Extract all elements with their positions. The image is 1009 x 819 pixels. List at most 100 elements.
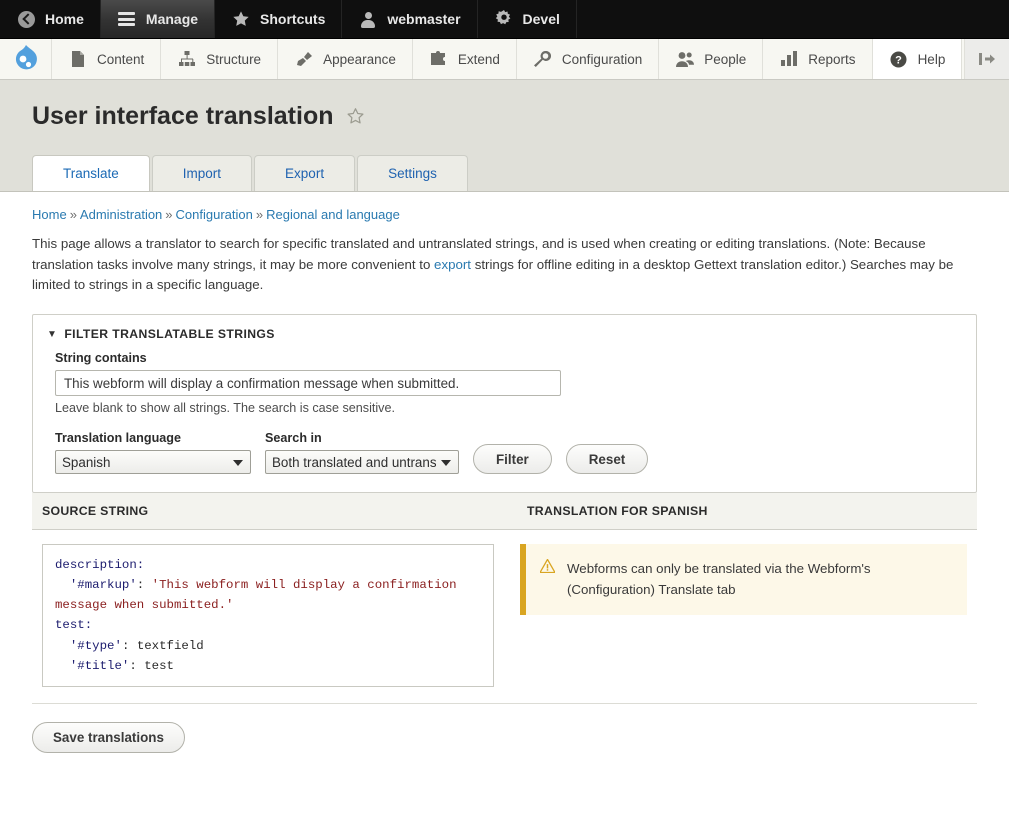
menu-item-content[interactable]: Content [52, 39, 161, 79]
menu-item-label: Structure [206, 52, 261, 67]
search-in-select[interactable]: Both translated and untranslated strings [265, 450, 459, 474]
breadcrumb-separator: » [256, 207, 263, 222]
tab-label: Translate [63, 166, 119, 181]
menu-item-label: People [704, 52, 746, 67]
filter-controls-row: Translation language Spanish Search in B… [55, 431, 954, 474]
toolbar-item-webmaster[interactable]: webmaster [342, 0, 477, 38]
tab-export[interactable]: Export [254, 155, 355, 191]
people-icon [675, 49, 695, 69]
toolbar-item-label: webmaster [387, 11, 460, 27]
code-segment: : [137, 578, 152, 592]
menu-item-configuration[interactable]: Configuration [517, 39, 659, 79]
string-contains-help: Leave blank to show all strings. The sea… [55, 401, 954, 415]
star-outline-icon[interactable] [346, 107, 365, 126]
toolbar-item-label: Home [45, 11, 84, 27]
filter-panel-legend[interactable]: ▼ Filter translatable strings [33, 315, 976, 345]
svg-text:?: ? [895, 54, 902, 66]
code-segment: : [129, 659, 144, 673]
code-segment: textfield [137, 639, 204, 653]
menu-item-label: Extend [458, 52, 500, 67]
paintbrush-icon [294, 49, 314, 69]
translation-language-select[interactable]: Spanish [55, 450, 251, 474]
translation-table-header: Source string Translation for Spanish [32, 493, 977, 530]
page-description: This page allows a translator to search … [32, 234, 977, 296]
filter-panel: ▼ Filter translatable strings String con… [32, 314, 977, 493]
code-segment: '#type' [55, 639, 122, 653]
tab-translate[interactable]: Translate [32, 155, 150, 191]
source-string-cell: description: '#markup': 'This webform wi… [42, 544, 520, 687]
tab-import[interactable]: Import [152, 155, 252, 191]
code-segment: '#markup' [55, 578, 137, 592]
breadcrumb-separator: » [70, 207, 77, 222]
export-link[interactable]: export [434, 257, 471, 272]
tab-label: Export [285, 166, 324, 181]
table-row: description: '#markup': 'This webform wi… [32, 530, 977, 704]
breadcrumb-separator: » [165, 207, 172, 222]
string-contains-input[interactable] [55, 370, 561, 396]
filter-button[interactable]: Filter [473, 444, 552, 474]
translation-language-group: Translation language Spanish [55, 431, 251, 474]
reset-button[interactable]: Reset [566, 444, 648, 474]
menu-item-structure[interactable]: Structure [161, 39, 278, 79]
translation-language-select-wrap: Spanish [55, 450, 251, 474]
status-badge: Webforms can only be translated via the … [520, 544, 967, 615]
menu-item-reports[interactable]: Reports [763, 39, 872, 79]
hamburger-icon [117, 9, 137, 29]
page-title: User interface translation [32, 102, 977, 131]
main-content: Home»Administration»Configuration»Region… [0, 192, 1009, 753]
source-string-code: description: '#markup': 'This webform wi… [42, 544, 494, 687]
filter-body: String contains Leave blank to show all … [33, 345, 976, 492]
menu-item-label: Help [918, 52, 946, 67]
breadcrumb-link-home[interactable]: Home [32, 207, 67, 222]
admin-toolbar: Home Manage Shortcuts webmaster Devel [0, 0, 1009, 39]
search-in-group: Search in Both translated and untranslat… [265, 431, 459, 474]
code-segment: test: [55, 618, 92, 632]
form-actions: Save translations [32, 704, 977, 753]
drupal-logo-icon[interactable] [0, 39, 52, 79]
puzzle-icon [429, 49, 449, 69]
code-segment: test [144, 659, 174, 673]
save-translations-button[interactable]: Save translations [32, 722, 185, 753]
warning-triangle-icon [540, 559, 555, 600]
wrench-icon [533, 49, 553, 69]
bar-chart-icon [779, 49, 799, 69]
toolbar-item-home[interactable]: Home [0, 0, 101, 38]
filter-legend-label: Filter translatable strings [64, 327, 275, 341]
toolbar-item-devel[interactable]: Devel [478, 0, 577, 38]
toolbar-item-shortcuts[interactable]: Shortcuts [215, 0, 342, 38]
code-segment: description: [55, 558, 144, 572]
question-circle-icon: ? [889, 49, 909, 69]
page-title-text: User interface translation [32, 102, 334, 131]
caret-down-icon: ▼ [47, 329, 57, 340]
star-icon [231, 9, 251, 29]
warning-message: Webforms can only be translated via the … [567, 559, 951, 600]
menu-item-people[interactable]: People [659, 39, 763, 79]
column-header-translation: Translation for Spanish [527, 504, 708, 518]
breadcrumb: Home»Administration»Configuration»Region… [32, 192, 977, 222]
code-segment: : [122, 639, 137, 653]
gear-icon [494, 9, 514, 29]
tab-label: Settings [388, 166, 437, 181]
code-segment: '#title' [55, 659, 129, 673]
page-header: User interface translation Translate Imp… [0, 80, 1009, 192]
string-contains-label: String contains [55, 351, 954, 365]
toolbar-item-manage[interactable]: Manage [101, 0, 215, 38]
breadcrumb-link-administration[interactable]: Administration [80, 207, 162, 222]
back-arrow-icon [16, 9, 36, 29]
toolbar-collapse-icon[interactable] [965, 39, 1009, 79]
file-icon [68, 49, 88, 69]
toolbar-item-label: Devel [523, 11, 560, 27]
page-tabs: Translate Import Export Settings [32, 155, 977, 191]
breadcrumb-link-configuration[interactable]: Configuration [176, 207, 253, 222]
menu-item-extend[interactable]: Extend [413, 39, 517, 79]
menu-item-label: Reports [808, 52, 855, 67]
menu-item-label: Content [97, 52, 144, 67]
menu-item-help[interactable]: ? Help [873, 39, 963, 79]
admin-menu-tray: Content Structure Appearance Extend [0, 39, 1009, 80]
menu-item-appearance[interactable]: Appearance [278, 39, 413, 79]
toolbar-item-label: Manage [146, 11, 198, 27]
tab-settings[interactable]: Settings [357, 155, 468, 191]
breadcrumb-link-regional-and-language[interactable]: Regional and language [266, 207, 400, 222]
search-in-select-wrap: Both translated and untranslated strings [265, 450, 459, 474]
toolbar-item-label: Shortcuts [260, 11, 325, 27]
